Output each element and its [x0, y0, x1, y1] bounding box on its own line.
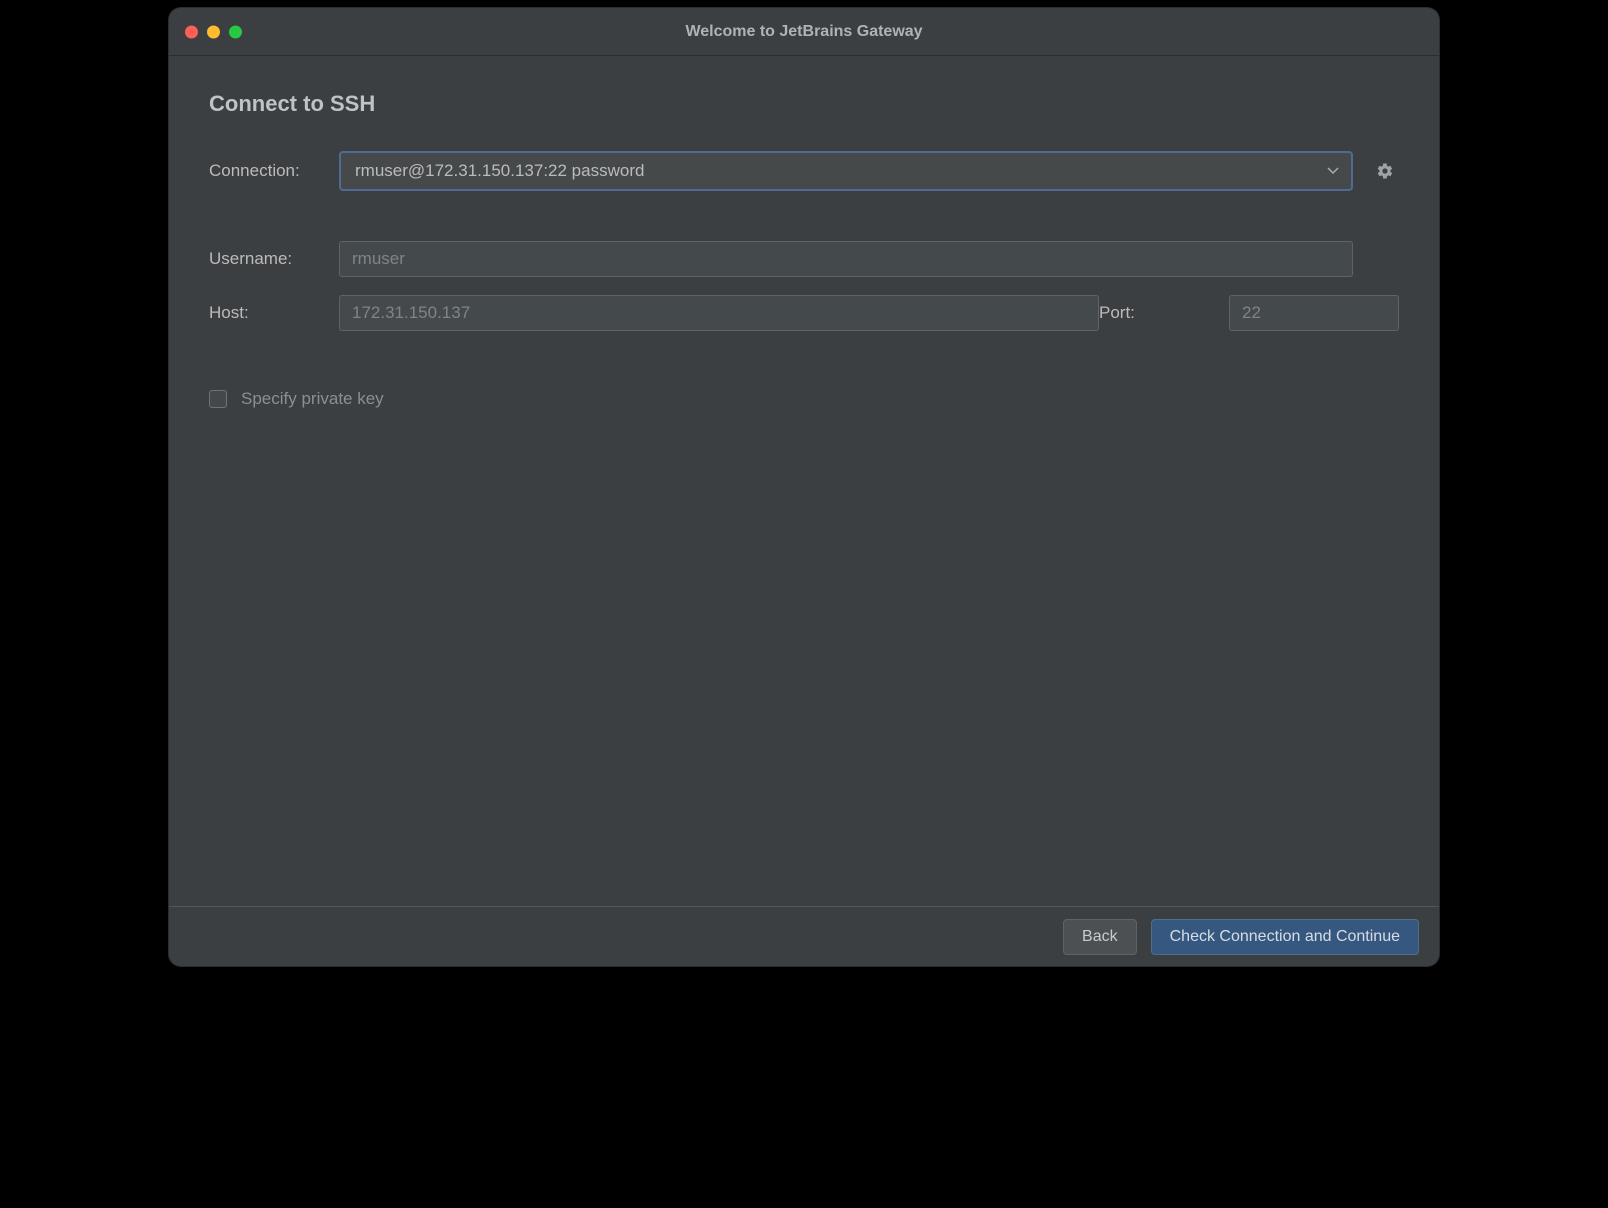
host-field[interactable]: [339, 295, 1099, 331]
minimize-window-button[interactable]: [207, 25, 220, 38]
connection-row: Connection: rmuser@172.31.150.137:22 pas…: [209, 151, 1399, 191]
specify-private-key-checkbox[interactable]: [209, 390, 227, 408]
gear-icon: [1376, 162, 1394, 180]
back-button[interactable]: Back: [1063, 919, 1137, 955]
check-connection-continue-label: Check Connection and Continue: [1170, 928, 1400, 946]
check-connection-continue-button[interactable]: Check Connection and Continue: [1151, 919, 1419, 955]
host-port-row: Host: Port:: [209, 295, 1399, 331]
connection-selected-text: rmuser@172.31.150.137:22 password: [355, 161, 644, 181]
maximize-window-button[interactable]: [229, 25, 242, 38]
chevron-down-icon: [1327, 167, 1339, 175]
connection-label: Connection:: [209, 161, 339, 181]
port-field[interactable]: [1229, 295, 1399, 331]
footer: Back Check Connection and Continue: [169, 906, 1439, 966]
connection-dropdown[interactable]: rmuser@172.31.150.137:22 password: [339, 151, 1353, 191]
page-title: Connect to SSH: [209, 91, 1399, 117]
back-button-label: Back: [1082, 928, 1118, 946]
private-key-row: Specify private key: [209, 389, 1399, 409]
content-spacer: [209, 409, 1399, 906]
window-controls: [185, 25, 242, 38]
connection-settings-button[interactable]: [1371, 157, 1399, 185]
username-row: Username:: [209, 241, 1399, 277]
specify-private-key-label[interactable]: Specify private key: [241, 389, 384, 409]
username-field[interactable]: [339, 241, 1353, 277]
window-title: Welcome to JetBrains Gateway: [685, 23, 922, 41]
port-label: Port:: [1099, 303, 1229, 323]
close-window-button[interactable]: [185, 25, 198, 38]
app-window: Welcome to JetBrains Gateway Connect to …: [169, 8, 1439, 966]
username-label: Username:: [209, 249, 339, 269]
main-content: Connect to SSH Connection: rmuser@172.31…: [169, 56, 1439, 906]
host-label: Host:: [209, 303, 339, 323]
titlebar: Welcome to JetBrains Gateway: [169, 8, 1439, 56]
